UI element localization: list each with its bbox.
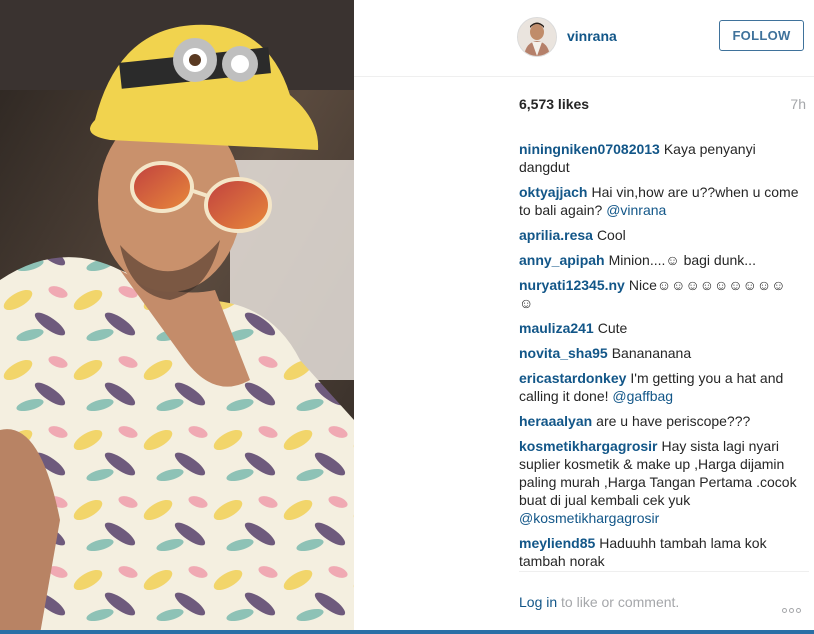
comment-item: kosmetikhargagrosir Hay sista lagi nyari … bbox=[519, 437, 799, 527]
comment-text: are u have periscope??? bbox=[596, 413, 751, 429]
comment-item: mauliza241 Cute bbox=[519, 319, 799, 337]
comment-item: nuryati12345.ny Nice☺☺☺☺☺☺☺☺☺ ☺ bbox=[519, 276, 799, 312]
comment-list: niningniken07082013 Kaya penyanyi dangdut… bbox=[519, 140, 799, 568]
post-photo[interactable] bbox=[0, 0, 354, 634]
comment-username[interactable]: nuryati12345.ny bbox=[519, 277, 625, 293]
comment-username[interactable]: mauliza241 bbox=[519, 320, 594, 336]
likes-count[interactable]: 6,573 likes bbox=[519, 96, 589, 112]
avatar-picture bbox=[518, 18, 556, 56]
comment-item: ericastardonkey I'm getting you a hat and… bbox=[519, 369, 799, 405]
comment-mention[interactable]: @gaffbag bbox=[612, 388, 673, 404]
comment-text: Cute bbox=[597, 320, 628, 336]
post-side-panel: vinrana FOLLOW 6,573 likes 7h niningnike… bbox=[354, 0, 814, 634]
comment-username[interactable]: ericastardonkey bbox=[519, 370, 626, 386]
comment-item: oktyajjach Hai vin,how are u??when u come… bbox=[519, 183, 799, 219]
comment-item: niningniken07082013 Kaya penyanyi dangdut bbox=[519, 140, 799, 176]
post-header: vinrana FOLLOW bbox=[354, 0, 814, 77]
bottom-bar bbox=[0, 630, 814, 634]
comment-username[interactable]: novita_sha95 bbox=[519, 345, 608, 361]
post-footer: Log in to like or comment. bbox=[354, 594, 814, 614]
comment-username[interactable]: oktyajjach bbox=[519, 184, 587, 200]
post-username[interactable]: vinrana bbox=[567, 28, 617, 44]
post-time[interactable]: 7h bbox=[790, 96, 806, 112]
divider bbox=[519, 571, 809, 572]
comment-text: Cool bbox=[596, 227, 626, 243]
comment-username[interactable]: niningniken07082013 bbox=[519, 141, 660, 157]
comment-username[interactable]: heraaalyan bbox=[519, 413, 592, 429]
photo-illustration bbox=[0, 0, 354, 634]
comment-item: anny_apipah Minion....☺ bagi dunk... bbox=[519, 251, 799, 269]
comment-username[interactable]: meyliend85 bbox=[519, 535, 595, 551]
comment-item: novita_sha95 Banananana bbox=[519, 344, 799, 362]
comment-text: Minion....☺ bagi dunk... bbox=[608, 252, 756, 268]
avatar[interactable] bbox=[517, 17, 557, 57]
comment-text: Banananana bbox=[611, 345, 692, 361]
comment-mention[interactable]: @kosmetikhargagrosir bbox=[519, 510, 659, 526]
comment-username[interactable]: kosmetikhargagrosir bbox=[519, 438, 658, 454]
likes-row: 6,573 likes 7h bbox=[354, 96, 814, 116]
comment-item: meyliend85 Haduuhh tambah lama kok tambah… bbox=[519, 534, 799, 568]
login-prompt: Log in to like or comment. bbox=[519, 594, 679, 610]
login-link[interactable]: Log in bbox=[519, 594, 557, 610]
more-options-icon[interactable] bbox=[782, 600, 806, 613]
login-prompt-rest: to like or comment. bbox=[557, 594, 680, 610]
comment-item: heraaalyan are u have periscope??? bbox=[519, 412, 799, 430]
follow-button[interactable]: FOLLOW bbox=[719, 20, 804, 51]
comment-username[interactable]: aprilia.resa bbox=[519, 227, 593, 243]
comment-mention[interactable]: @vinrana bbox=[606, 202, 666, 218]
comment-username[interactable]: anny_apipah bbox=[519, 252, 605, 268]
comment-item: aprilia.resa Cool bbox=[519, 226, 799, 244]
